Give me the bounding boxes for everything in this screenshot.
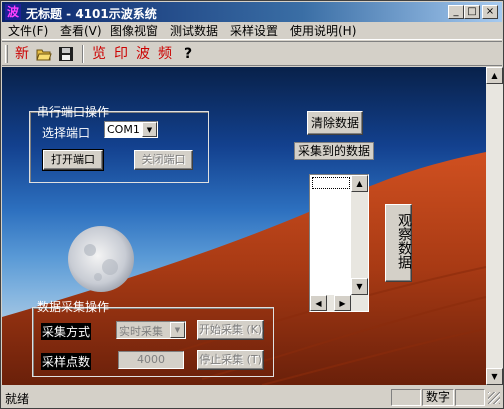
scroll-up-icon[interactable]: ▲	[351, 175, 368, 192]
app-icon[interactable]: 波	[5, 4, 21, 20]
toolbar-separator	[82, 45, 84, 63]
data-acquisition-group-title: 数据采集操作	[37, 300, 110, 314]
status-pane-caps	[391, 389, 421, 406]
collected-data-label: 采集到的数据	[294, 142, 375, 160]
scroll-left-icon[interactable]: ◀	[310, 295, 327, 311]
port-select-value: COM1	[107, 123, 140, 136]
menu-test-data[interactable]: 测试数据	[170, 23, 218, 39]
minimize-button[interactable]: _	[448, 5, 464, 19]
floppy-disk-icon	[59, 47, 73, 61]
print-button[interactable]: 印	[111, 45, 131, 63]
observe-data-label: 观察数据	[396, 213, 412, 269]
listbox-vscroll[interactable]: ▲ ▼	[351, 175, 368, 295]
main-vscroll[interactable]: ▲ ▼	[486, 67, 503, 385]
observe-data-button[interactable]: 观察数据	[385, 204, 412, 282]
acquisition-mode-select[interactable]: 实时采集 ▼	[116, 321, 186, 339]
folder-open-icon	[36, 49, 52, 61]
status-ready-text: 就绪	[5, 392, 30, 406]
stop-acquisition-button[interactable]: 停止采集 (T)	[197, 350, 264, 370]
resize-grip[interactable]	[488, 392, 500, 404]
status-pane-num: 数字	[422, 389, 454, 406]
frequency-button[interactable]: 频	[155, 45, 175, 63]
save-button[interactable]	[57, 45, 75, 63]
menu-file[interactable]: 文件(F)	[8, 23, 48, 39]
window-title: 无标题 - 4101示波系统	[26, 7, 157, 21]
title-bar[interactable]: 波 无标题 - 4101示波系统 _ □ ×	[2, 2, 502, 22]
listbox-hscroll[interactable]: ◀ ▶	[310, 295, 368, 311]
acquisition-mode-value: 实时采集	[119, 325, 163, 338]
menu-help[interactable]: 使用说明(H)	[290, 23, 356, 39]
scroll-right-icon[interactable]: ▶	[334, 295, 351, 311]
list-item[interactable]	[312, 177, 350, 189]
new-button[interactable]: 新	[13, 45, 31, 63]
sample-points-input[interactable]: 4000	[118, 351, 184, 369]
close-port-button[interactable]: 关闭端口	[134, 150, 193, 170]
sample-points-label: 采样点数	[41, 353, 92, 370]
chevron-down-icon[interactable]: ▼	[142, 122, 157, 137]
help-button[interactable]: ?	[179, 45, 197, 63]
close-button[interactable]: ×	[482, 5, 498, 19]
main-window: 波 无标题 - 4101示波系统 _ □ × 文件(F) 查看(V) 图像视窗 …	[0, 0, 504, 409]
menu-view[interactable]: 查看(V)	[60, 23, 102, 39]
open-button[interactable]	[35, 45, 53, 63]
status-bar: 就绪 数字	[2, 387, 502, 408]
menu-sample-settings[interactable]: 采样设置	[230, 23, 278, 39]
data-listbox[interactable]: ▲ ▼ ◀ ▶	[309, 174, 369, 312]
scroll-down-icon[interactable]: ▼	[351, 278, 368, 295]
start-acquisition-button[interactable]: 开始采集 (K)	[197, 320, 264, 340]
client-area: 串行端口操作 选择端口 COM1 ▼ 打开端口 关闭端口 清除数据 采集到的数据…	[2, 67, 486, 385]
port-select[interactable]: COM1 ▼	[104, 121, 158, 138]
browse-button[interactable]: 览	[89, 45, 109, 63]
menu-bar: 文件(F) 查看(V) 图像视窗 测试数据 采样设置 使用说明(H)	[2, 22, 502, 40]
menu-image-view[interactable]: 图像视窗	[110, 23, 158, 39]
scroll-down-icon[interactable]: ▼	[486, 368, 503, 385]
toolbar: 新 览 印 波 频 ?	[2, 41, 502, 66]
select-port-label: 选择端口	[42, 126, 91, 140]
toolbar-grip[interactable]	[5, 45, 8, 63]
waveform-button[interactable]: 波	[133, 45, 153, 63]
maximize-button[interactable]: □	[464, 5, 480, 19]
serial-port-group-title: 串行端口操作	[37, 105, 110, 119]
chevron-down-icon[interactable]: ▼	[170, 322, 185, 338]
open-port-button[interactable]: 打开端口	[42, 149, 104, 171]
clear-data-button[interactable]: 清除数据	[307, 111, 363, 135]
scroll-up-icon[interactable]: ▲	[486, 67, 503, 84]
status-pane-scroll	[455, 389, 485, 406]
acquisition-mode-label: 采集方式	[41, 323, 92, 340]
